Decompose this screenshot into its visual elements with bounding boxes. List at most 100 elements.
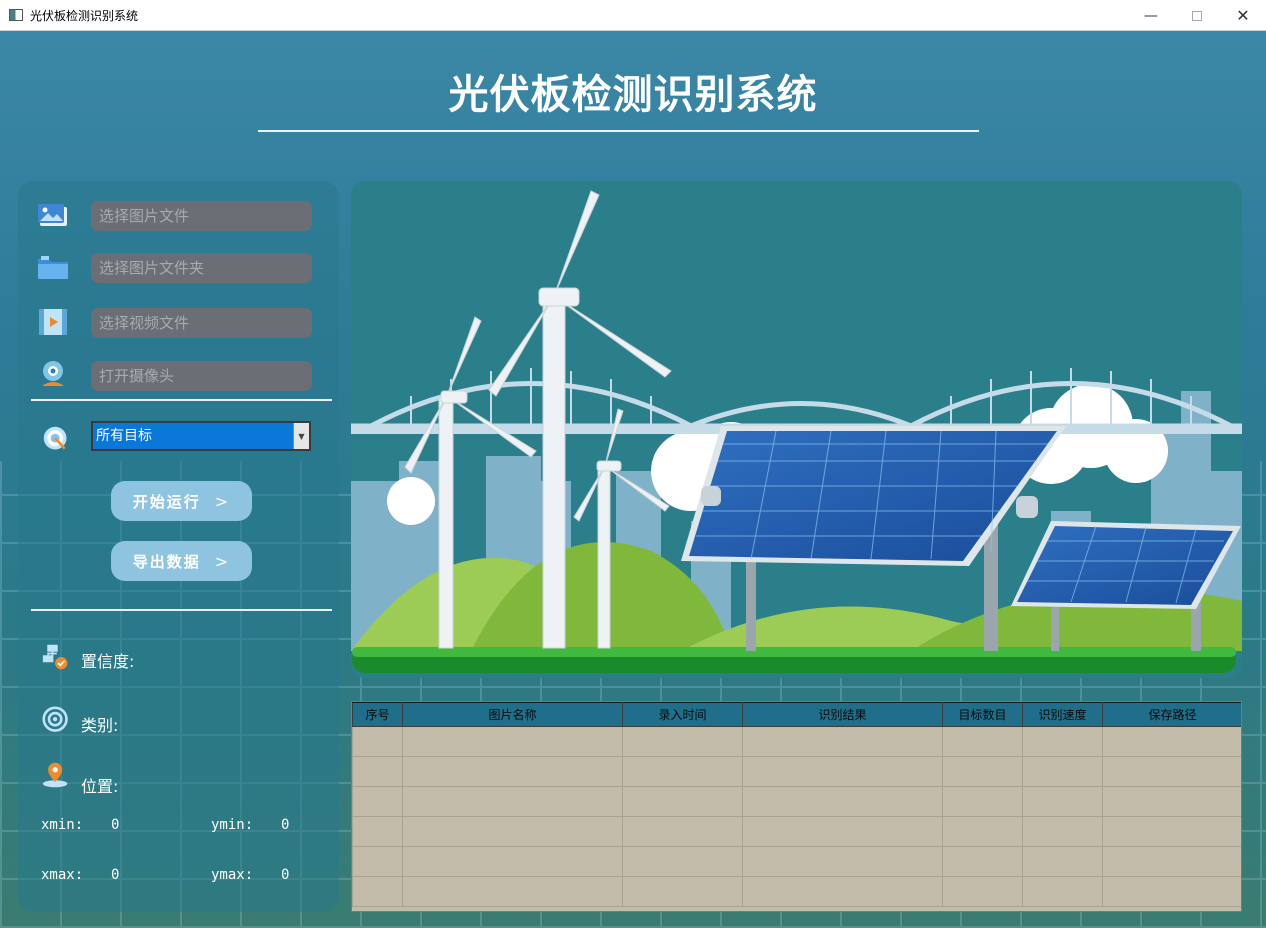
window-controls: — ✕ — [1128, 0, 1266, 31]
column-header[interactable]: 保存路径 — [1102, 702, 1241, 727]
xmax-value: 0 — [111, 867, 120, 883]
target-select[interactable]: 所有目标 ▼ — [91, 421, 311, 451]
column-header[interactable]: 录入时间 — [622, 702, 743, 727]
ymin-label: ymin: — [211, 817, 254, 833]
ymax-value: 0 — [281, 867, 290, 883]
table-cell[interactable] — [402, 786, 623, 817]
chevron-down-icon[interactable]: ▼ — [293, 423, 309, 449]
table-cell[interactable] — [352, 726, 403, 757]
maximize-icon — [1192, 10, 1202, 21]
table-cell[interactable] — [1102, 756, 1241, 787]
table-cell[interactable] — [622, 726, 743, 757]
table-cell[interactable] — [942, 876, 1023, 907]
export-button-label: 导出数据 — [132, 552, 201, 571]
table-row[interactable] — [352, 876, 1241, 907]
table-cell[interactable] — [402, 756, 623, 787]
target-icon — [43, 426, 67, 450]
table-cell[interactable] — [1102, 786, 1241, 817]
table-cell[interactable] — [622, 816, 743, 847]
close-button[interactable]: ✕ — [1220, 0, 1266, 31]
table-cell[interactable] — [942, 786, 1023, 817]
xmin-value: 0 — [111, 817, 120, 833]
table-row[interactable] — [352, 816, 1241, 847]
column-header[interactable]: 目标数目 — [942, 702, 1023, 727]
panel-divider-bottom — [31, 609, 332, 611]
table-cell[interactable] — [942, 756, 1023, 787]
table-cell[interactable] — [742, 756, 943, 787]
ymin-value: 0 — [281, 817, 290, 833]
solar-wind-illustration — [351, 181, 1242, 678]
column-header[interactable]: 图片名称 — [402, 702, 623, 727]
position-label: 位置: — [81, 777, 119, 796]
table-cell[interactable] — [352, 786, 403, 817]
table-cell[interactable] — [942, 816, 1023, 847]
panel-divider-top — [31, 399, 332, 401]
ymax-label: ymax: — [211, 867, 254, 883]
table-cell[interactable] — [622, 786, 743, 817]
table-cell[interactable] — [352, 816, 403, 847]
table-cell[interactable] — [1022, 876, 1103, 907]
confidence-label: 置信度: — [81, 652, 135, 671]
table-cell[interactable] — [1102, 846, 1241, 877]
table-cell[interactable] — [1102, 816, 1241, 847]
image-folder-input[interactable]: 选择图片文件夹 — [91, 253, 312, 283]
minimize-button[interactable]: — — [1128, 0, 1174, 31]
maximize-button[interactable] — [1174, 0, 1220, 31]
chevron-right-icon: > — [214, 551, 231, 571]
table-cell[interactable] — [402, 846, 623, 877]
chevron-right-icon: > — [214, 491, 231, 511]
video-file-input[interactable]: 选择视频文件 — [91, 308, 312, 338]
table-row[interactable] — [352, 786, 1241, 817]
table-cell[interactable] — [352, 876, 403, 907]
video-file-icon — [39, 309, 67, 335]
location-icon — [42, 762, 68, 788]
export-button[interactable]: 导出数据 > — [111, 541, 252, 581]
webcam-icon — [42, 361, 64, 386]
column-header[interactable]: 识别结果 — [742, 702, 943, 727]
table-cell[interactable] — [1022, 786, 1103, 817]
column-header[interactable]: 序号 — [352, 702, 403, 727]
table-header-row: 序号 图片名称 录入时间 识别结果 目标数目 识别速度 保存路径 — [352, 702, 1241, 727]
table-cell[interactable] — [1022, 816, 1103, 847]
image-file-icon — [38, 204, 67, 226]
table-cell[interactable] — [1102, 726, 1241, 757]
page-title: 光伏板检测识别系统 — [448, 72, 818, 118]
table-cell[interactable] — [352, 756, 403, 787]
table-cell[interactable] — [742, 846, 943, 877]
table-cell[interactable] — [402, 816, 623, 847]
table-cell[interactable] — [402, 876, 623, 907]
table-cell[interactable] — [352, 846, 403, 877]
table-cell[interactable] — [1022, 756, 1103, 787]
table-row[interactable] — [352, 756, 1241, 787]
camera-input[interactable]: 打开摄像头 — [91, 361, 312, 391]
results-table[interactable]: 序号 图片名称 录入时间 识别结果 目标数目 识别速度 保存路径 — [351, 701, 1242, 912]
table-cell[interactable] — [1102, 876, 1241, 907]
table-cell[interactable] — [742, 726, 943, 757]
table-cell[interactable] — [942, 846, 1023, 877]
xmin-label: xmin: — [41, 817, 84, 833]
table-cell[interactable] — [1022, 846, 1103, 877]
xmax-label: xmax: — [41, 867, 84, 883]
folder-icon — [38, 256, 68, 279]
class-icon — [42, 706, 68, 732]
table-cell[interactable] — [742, 816, 943, 847]
window-titlebar: 光伏板检测识别系统 — ✕ — [0, 0, 1266, 31]
table-cell[interactable] — [622, 846, 743, 877]
image-file-input[interactable]: 选择图片文件 — [91, 201, 312, 231]
display-panel — [351, 181, 1242, 678]
table-cell[interactable] — [942, 726, 1023, 757]
table-row[interactable] — [352, 846, 1241, 877]
table-cell[interactable] — [742, 786, 943, 817]
target-select-value: 所有目标 — [96, 428, 152, 444]
table-row[interactable] — [352, 726, 1241, 757]
window-title: 光伏板检测识别系统 — [30, 8, 139, 23]
table-cell[interactable] — [622, 756, 743, 787]
column-header[interactable]: 识别速度 — [1022, 702, 1103, 727]
table-cell[interactable] — [402, 726, 623, 757]
start-button-label: 开始运行 — [132, 492, 201, 511]
table-cell[interactable] — [1022, 726, 1103, 757]
table-cell[interactable] — [622, 876, 743, 907]
start-button[interactable]: 开始运行 > — [111, 481, 252, 521]
table-cell[interactable] — [742, 876, 943, 907]
class-label: 类别: — [81, 716, 119, 735]
